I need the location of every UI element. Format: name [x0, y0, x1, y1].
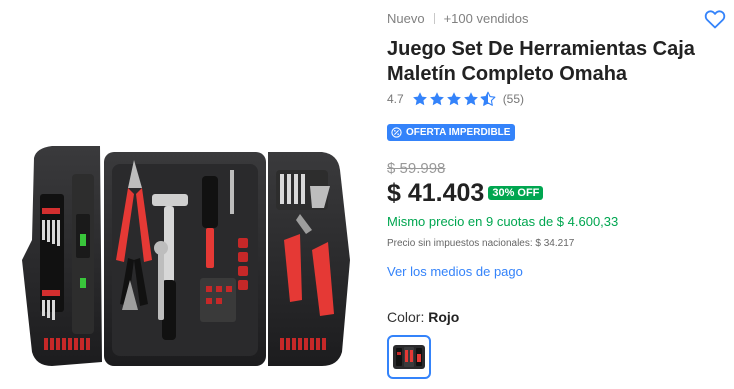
price-row: $ 41.403 30% OFF [387, 177, 544, 209]
product-title: Juego Set De Herramientas Caja Maletín C… [387, 38, 695, 85]
color-option-rojo[interactable] [387, 335, 431, 379]
sold-count: +100 vendidos [443, 11, 529, 26]
star-icon [429, 92, 444, 106]
rating-stars [412, 91, 496, 107]
offer-badge: OFERTA IMPERDIBLE [387, 124, 516, 141]
star-icon [446, 92, 461, 106]
tax-note: Precio sin impuestos nacionales: $ 34.21… [387, 238, 575, 249]
offer-badge-label: OFERTA IMPERDIBLE [406, 127, 511, 138]
current-price: $ 41.403 [387, 178, 485, 207]
offer-tag-icon [391, 127, 402, 138]
condition-label: Nuevo [387, 11, 425, 26]
star-icon [412, 92, 427, 106]
heart-icon [704, 10, 726, 29]
discount-badge: 30% OFF [488, 186, 544, 200]
rating-row[interactable]: 4.7 (55) [387, 91, 524, 107]
color-label-text: Color: [387, 309, 425, 325]
star-half-icon [480, 91, 496, 106]
separator [433, 13, 435, 24]
rating-score: 4.7 [387, 92, 404, 106]
color-thumbnail-image [393, 345, 425, 369]
product-subtitle: Nuevo +100 vendidos [387, 11, 529, 26]
tool-case-illustration [22, 146, 350, 366]
payment-methods-link[interactable]: Ver los medios de pago [387, 264, 523, 279]
rating-count: (55) [502, 92, 525, 106]
star-icon [463, 92, 478, 106]
favorite-button[interactable] [703, 7, 727, 31]
color-value: Rojo [428, 309, 460, 325]
installments-text: Mismo precio en 9 cuotas de $ 4.600,33 [387, 214, 619, 229]
product-info: Nuevo +100 vendidos Juego Set De Herramie… [387, 0, 734, 389]
original-price: $ 59.998 [387, 160, 446, 177]
product-image[interactable] [0, 130, 366, 389]
color-label: Color: Rojo [387, 309, 459, 325]
